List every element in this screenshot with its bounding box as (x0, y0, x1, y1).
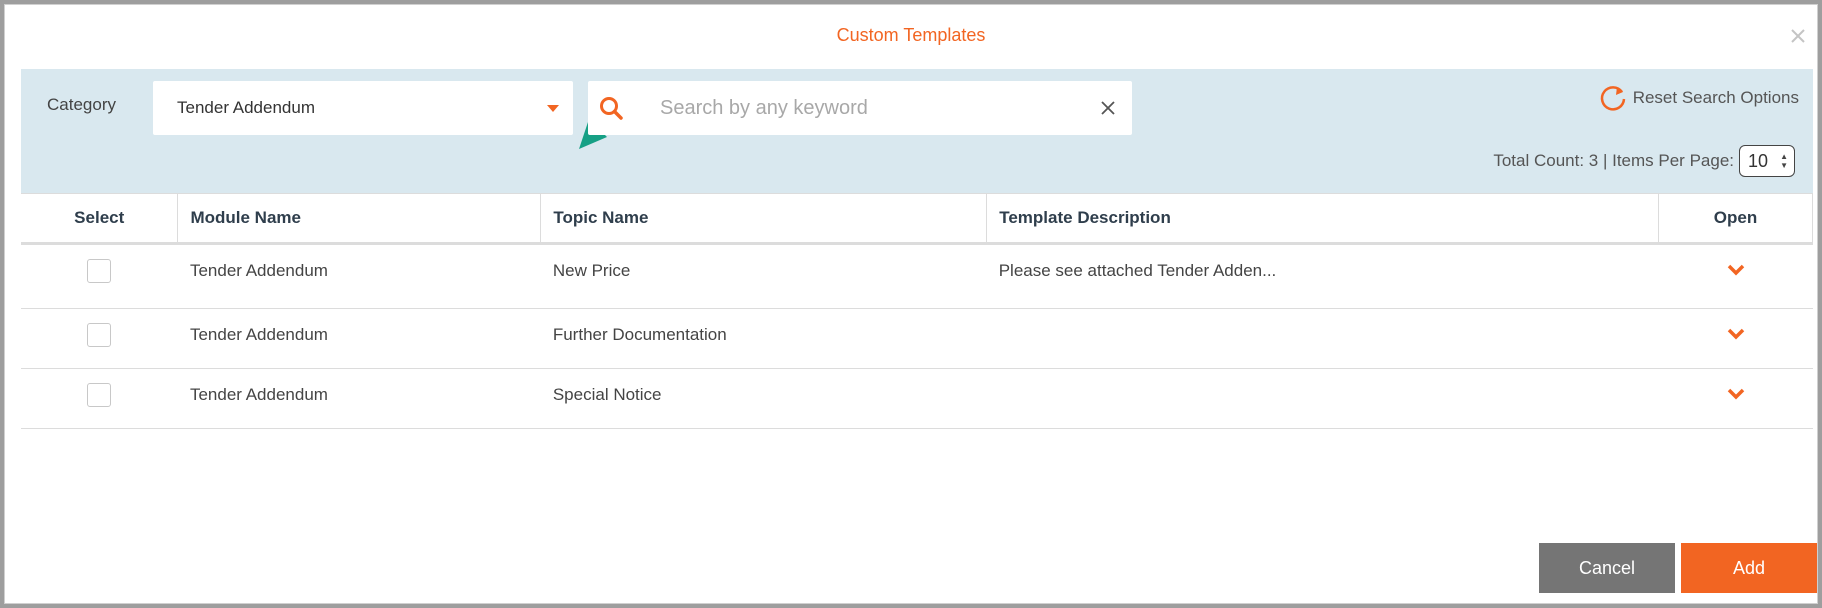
spinner-arrows-icon[interactable]: ▲ ▼ (1780, 152, 1788, 170)
table-row: Tender Addendum Special Notice (21, 368, 1813, 429)
row-checkbox[interactable] (87, 323, 112, 347)
refresh-icon (1600, 86, 1625, 111)
close-icon (1791, 29, 1805, 43)
items-per-page-value: 10 (1748, 151, 1769, 171)
module-name-cell: Tender Addendum (177, 308, 541, 369)
row-checkbox[interactable] (87, 383, 112, 407)
category-selected-value: Tender Addendum (177, 98, 315, 117)
chevron-down-icon[interactable] (1727, 264, 1745, 276)
templates-table: Select Module Name Topic Name Template D… (21, 193, 1813, 429)
topic-name-cell: Further Documentation (540, 308, 987, 369)
search-input[interactable] (660, 91, 1060, 125)
topic-name-cell: New Price (540, 243, 987, 309)
search-box (588, 81, 1132, 135)
category-select[interactable]: Tender Addendum (153, 81, 573, 135)
module-name-cell: Tender Addendum (177, 368, 541, 429)
module-name-cell: Tender Addendum (177, 243, 541, 309)
template-description-cell (986, 308, 1659, 369)
clear-icon[interactable] (1100, 100, 1116, 116)
header-module-name: Module Name (177, 193, 542, 245)
topic-name-cell: Special Notice (540, 368, 987, 429)
table-header-row: Select Module Name Topic Name Template D… (21, 193, 1813, 245)
dialog-title: Custom Templates (836, 25, 986, 45)
reset-search-options-button[interactable]: Reset Search Options (1599, 83, 1799, 113)
pagination-info: Total Count: 3 | Items Per Page: 10 ▲ ▼ (1493, 145, 1795, 177)
row-checkbox[interactable] (87, 259, 112, 283)
chevron-down-icon[interactable] (1727, 388, 1745, 400)
chevron-down-icon[interactable] (1727, 328, 1745, 340)
header-template-description: Template Description (986, 193, 1659, 245)
template-description-cell (986, 368, 1659, 429)
total-count-text: Total Count: 3 | Items Per Page: (1493, 151, 1734, 170)
table-row: Tender Addendum Further Documentation (21, 308, 1813, 369)
template-description-cell: Please see attached Tender Adden... (986, 243, 1659, 309)
header-topic-name: Topic Name (540, 193, 988, 245)
table-row: Tender Addendum New Price Please see att… (21, 243, 1813, 309)
caret-down-icon (547, 105, 559, 112)
close-button[interactable] (1787, 25, 1809, 47)
items-per-page-stepper[interactable]: 10 ▲ ▼ (1739, 145, 1795, 177)
header-open: Open (1658, 193, 1813, 245)
add-button[interactable]: Add (1681, 543, 1817, 593)
header-select: Select (21, 193, 179, 245)
custom-templates-dialog: Custom Templates Category Tender Addendu… (4, 4, 1818, 604)
search-icon[interactable] (598, 95, 624, 121)
reset-label: Reset Search Options (1632, 88, 1799, 107)
category-label: Category (47, 95, 116, 114)
filter-bar: Category Tender Addendum Reset Sear (21, 69, 1813, 193)
cancel-button[interactable]: Cancel (1539, 543, 1675, 593)
